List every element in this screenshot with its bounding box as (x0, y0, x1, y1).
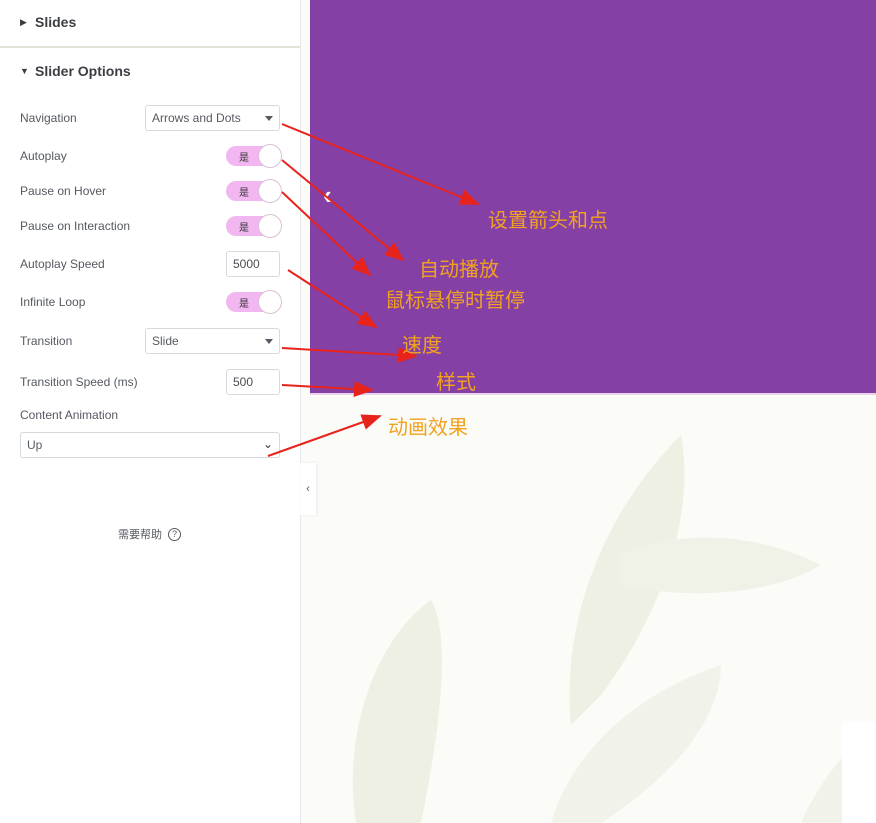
transition-speed-row: Transition Speed (ms) 500 (20, 368, 280, 396)
infinite-loop-toggle-text: 是 (239, 299, 249, 310)
transition-row: Transition Slide (20, 327, 280, 355)
autoplay-toggle-text: 是 (239, 153, 249, 164)
autoplay-toggle[interactable]: 是 (226, 145, 281, 167)
annotation-arrows-dots: 设置箭头和点 (488, 208, 608, 232)
content-animation-select[interactable]: Up ⌄ (20, 432, 280, 458)
chevron-down-icon: ⌄ (262, 437, 273, 451)
collapse-panel-button[interactable]: ‹ (300, 463, 316, 515)
toggle-knob (259, 180, 281, 202)
autoplay-speed-row: Autoplay Speed 5000 (20, 250, 280, 278)
pause-hover-toggle-text: 是 (239, 188, 249, 199)
preview-card (842, 722, 876, 823)
help-text: 需要帮助 (118, 529, 162, 541)
section-divider (0, 46, 300, 48)
slide-background (310, 0, 876, 393)
leaf-shape (621, 537, 821, 594)
transition-select[interactable]: Slide (145, 328, 280, 354)
editor-panel: ▶ Slides ▼ Slider Options Navigation Arr… (0, 0, 301, 823)
annotation-animation: 动画效果 (388, 415, 468, 439)
chevron-left-icon: ‹ (306, 483, 310, 495)
slider-prev-arrow-icon[interactable]: ‹ (323, 180, 332, 211)
leaf-background-decoration (352, 435, 876, 823)
navigation-row: Navigation Arrows and Dots (20, 104, 280, 132)
toggle-knob (259, 291, 281, 313)
content-animation-label: Content Animation (20, 408, 119, 422)
pause-interaction-toggle[interactable]: 是 (226, 215, 281, 237)
transition-speed-input[interactable]: 500 (226, 369, 280, 395)
infinite-loop-label: Infinite Loop (20, 295, 86, 309)
toggle-knob (259, 215, 281, 237)
pause-interaction-label: Pause on Interaction (20, 219, 131, 233)
toggle-knob (259, 145, 281, 167)
autoplay-speed-label: Autoplay Speed (20, 257, 105, 271)
pause-interaction-toggle-text: 是 (239, 223, 249, 234)
annotation-speed: 速度 (402, 333, 442, 357)
navigation-label: Navigation (20, 111, 77, 125)
help-link[interactable]: 需要帮助 ? (118, 526, 181, 542)
content-animation-value: Up (27, 438, 43, 452)
leaf-shape (352, 600, 442, 823)
infinite-loop-row: Infinite Loop 是 (20, 288, 281, 316)
pause-interaction-row: Pause on Interaction 是 (20, 212, 281, 240)
pause-hover-row: Pause on Hover 是 (20, 177, 281, 205)
caret-right-icon: ▶ (20, 16, 27, 27)
annotation-autoplay: 自动播放 (419, 257, 499, 281)
section-slides-title: Slides (35, 14, 77, 30)
navigation-value: Arrows and Dots (152, 111, 241, 125)
transition-label: Transition (20, 334, 73, 348)
section-slides[interactable]: ▶ Slides (0, 0, 300, 44)
transition-value: Slide (152, 334, 179, 348)
pause-hover-label: Pause on Hover (20, 184, 107, 198)
annotation-pause-hover: 鼠标悬停时暂停 (385, 288, 525, 312)
caret-down-icon: ▼ (20, 66, 29, 76)
section-slider-options-title: Slider Options (35, 63, 131, 79)
annotation-style: 样式 (436, 370, 476, 394)
autoplay-label: Autoplay (20, 149, 67, 163)
question-icon: ? (168, 527, 181, 541)
dropdown-caret-icon (265, 116, 273, 121)
autoplay-speed-input[interactable]: 5000 (226, 251, 280, 277)
transition-speed-label: Transition Speed (ms) (20, 375, 138, 389)
navigation-select[interactable]: Arrows and Dots (145, 105, 280, 131)
infinite-loop-toggle[interactable]: 是 (226, 291, 281, 313)
pause-hover-toggle[interactable]: 是 (226, 180, 281, 202)
autoplay-row: Autoplay 是 (20, 142, 281, 170)
dropdown-caret-icon (265, 339, 273, 344)
section-slider-options[interactable]: ▼ Slider Options (0, 49, 300, 93)
